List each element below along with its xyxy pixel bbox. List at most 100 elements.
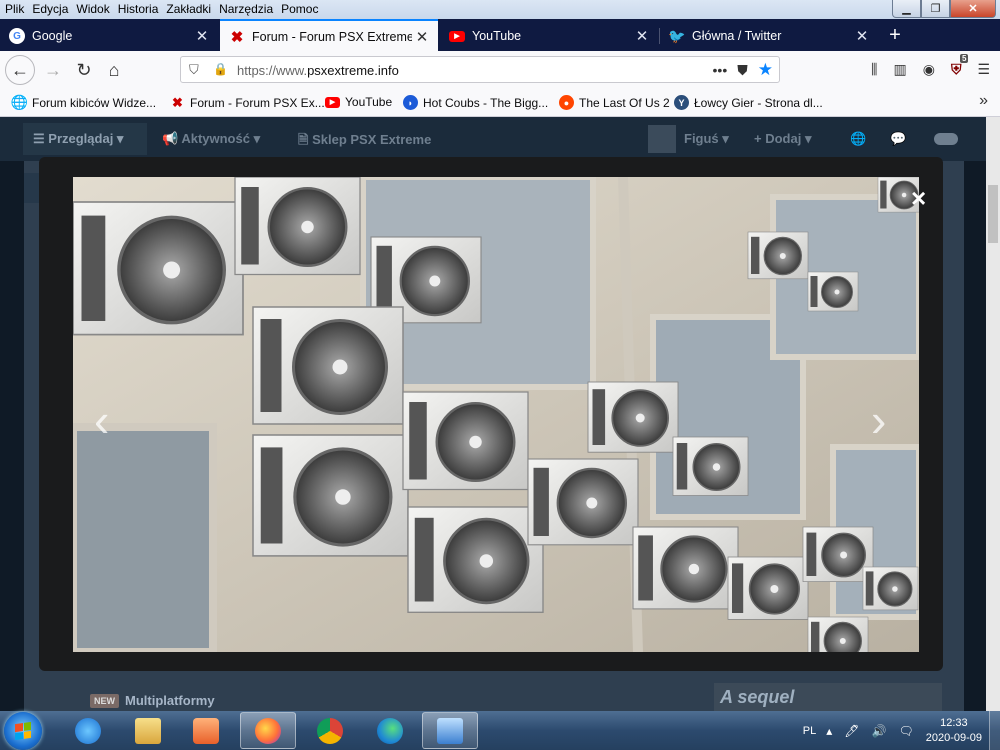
scrollbar-thumb[interactable] — [988, 185, 998, 243]
clock[interactable]: 12:33 2020-09-09 — [926, 716, 982, 746]
back-arrow-icon: ← — [11, 59, 29, 80]
url-domain: psxextreme.info — [307, 63, 399, 78]
url-text[interactable]: https://www.psxextreme.info — [237, 63, 399, 78]
bookmark-label: Hot Coubs - The Bigg... — [423, 95, 549, 110]
taskbar-firefox[interactable] — [240, 712, 296, 749]
tab-psx-extreme[interactable]: ✖ Forum - Forum PSX Extreme ✕ — [220, 19, 438, 53]
bookmark-item[interactable]: ▶ YouTube — [325, 95, 392, 109]
menu-tools[interactable]: Narzędzia — [214, 0, 276, 16]
menu-help[interactable]: Pomoc — [276, 0, 321, 16]
tab-title: YouTube — [472, 29, 522, 43]
lightbox-prev-button[interactable]: ‹ — [94, 397, 109, 443]
menu-edit[interactable]: Edycja — [27, 0, 71, 16]
home-button[interactable]: ⌂ — [101, 57, 127, 83]
tracking-shield-icon[interactable]: ⛉ — [189, 62, 199, 78]
lightbox-close-button[interactable]: × — [911, 185, 926, 211]
image-lightbox: × ‹ › — [39, 157, 943, 671]
firefox-icon — [255, 717, 281, 744]
taskbar-chrome[interactable] — [302, 712, 358, 749]
library-icon[interactable]: ⫼ — [871, 61, 877, 78]
menu-hamburger-icon[interactable]: ☰ — [977, 61, 990, 78]
sequel-banner[interactable]: A sequel — [714, 683, 942, 712]
sidebar-icon[interactable]: ▥ — [893, 61, 906, 78]
nav-browse-label: Przeglądaj — [48, 131, 114, 146]
menu-view[interactable]: Widok — [71, 0, 112, 16]
bookmark-label: Forum kibiców Widze... — [32, 95, 157, 110]
globe-icon[interactable]: 🌐 — [850, 131, 866, 147]
tab-title: Google — [32, 29, 73, 43]
edge-icon — [377, 717, 403, 744]
bookmark-item[interactable]: ◗ Hot Coubs - The Bigg... — [403, 95, 548, 110]
lock-icon[interactable]: 🔒 — [213, 62, 228, 76]
start-button[interactable] — [4, 712, 42, 750]
bookmark-label: Łowcy Gier - Strona dl... — [694, 95, 823, 110]
nav-shop[interactable]: 🗎 Sklep PSX Extreme — [298, 131, 431, 153]
show-hidden-icons-icon[interactable]: ▴ — [826, 724, 832, 738]
theme-toggle[interactable] — [934, 133, 958, 145]
bookmark-item[interactable]: Y Łowcy Gier - Strona dl... — [674, 95, 823, 110]
new-tab-button[interactable]: + — [880, 19, 910, 51]
ublock-icon[interactable]: ⛨ 5 — [951, 54, 969, 78]
back-button[interactable]: ← — [5, 55, 35, 85]
pocket-icon[interactable]: ⛊ — [737, 62, 748, 79]
forward-button[interactable]: → — [40, 57, 66, 83]
reload-icon: ↻ — [76, 59, 92, 80]
bookmark-label: Forum - Forum PSX Ex... — [190, 95, 325, 110]
nav-activity[interactable]: 📢 Aktywność ▾ — [162, 131, 260, 147]
show-desktop-button[interactable] — [989, 711, 1000, 750]
messages-icon[interactable]: 💬 — [890, 131, 906, 147]
youtube-icon: ▶ — [325, 96, 340, 108]
close-tab-icon[interactable]: ✕ — [192, 27, 212, 45]
action-center-icon[interactable]: 🗨 — [898, 724, 913, 738]
ublock-badge: 5 — [959, 54, 969, 63]
taskbar-ie[interactable] — [60, 712, 116, 749]
page-actions-icon[interactable]: ••• — [713, 62, 728, 78]
megaphone-icon: 📢 — [162, 131, 182, 146]
nav-user[interactable]: Figuś ▾ — [684, 131, 729, 147]
tab-google[interactable]: G Google ✕ — [0, 21, 218, 51]
taskbar-network[interactable] — [422, 712, 478, 749]
nav-add[interactable]: + Dodaj ▾ — [754, 131, 811, 147]
tab-twitter[interactable]: 🐦 Główna / Twitter ✕ — [660, 21, 878, 51]
tab-title: Główna / Twitter — [692, 29, 782, 43]
list-icon: ☰ — [33, 131, 49, 146]
url-bar[interactable]: ⛉ 🔒 https://www.psxextreme.info ••• ⛊ ★ — [180, 56, 780, 83]
folder-icon — [135, 717, 161, 744]
minimize-button[interactable]: ▁ — [892, 0, 921, 18]
volume-icon[interactable]: 🔊 — [872, 724, 887, 738]
twitter-icon: 🐦 — [668, 27, 686, 44]
forum-row[interactable]: NEW Multiplatformy — [90, 693, 215, 708]
media-player-icon — [193, 717, 219, 744]
lightbox-next-button[interactable]: › — [871, 397, 886, 443]
close-tab-icon[interactable]: ✕ — [412, 28, 432, 46]
menu-bookmarks[interactable]: Zakładki — [161, 0, 214, 16]
reload-button[interactable]: ↻ — [71, 57, 97, 83]
tray-app-icon[interactable]: 🖊 — [844, 724, 859, 738]
taskbar-explorer[interactable] — [120, 712, 176, 749]
nav-browse[interactable]: ☰ Przeglądaj ▾ — [23, 123, 147, 155]
forum-name[interactable]: Multiplatformy — [125, 693, 215, 708]
restore-button[interactable]: ❐ — [921, 0, 950, 18]
bookmark-item[interactable]: ✖ Forum - Forum PSX Ex... — [170, 95, 325, 110]
tab-youtube[interactable]: ▶ YouTube ✕ — [440, 21, 658, 51]
window-controls: ▁ ❐ ✕ — [892, 0, 996, 18]
avatar[interactable] — [648, 125, 676, 153]
bookmark-star-icon[interactable]: ★ — [758, 60, 773, 80]
bookmark-item[interactable]: 🌐 Forum kibiców Widze... — [11, 94, 157, 110]
page-scrollbar[interactable] — [986, 117, 1000, 712]
document-icon: 🗎 — [298, 132, 313, 147]
bookmark-item[interactable]: ● The Last Of Us 2 — [559, 95, 670, 110]
more-bookmarks-icon[interactable]: » — [979, 92, 988, 110]
taskbar-media-player[interactable] — [178, 712, 234, 749]
menu-history[interactable]: Historia — [113, 0, 162, 16]
close-tab-icon[interactable]: ✕ — [632, 27, 652, 45]
language-indicator[interactable]: PL — [803, 725, 816, 737]
psx-extreme-icon: ✖ — [172, 94, 183, 110]
chevron-down-icon: ▾ — [718, 131, 729, 146]
menu-file[interactable]: Plik — [0, 0, 27, 16]
taskbar-edge[interactable] — [362, 712, 418, 749]
account-icon[interactable]: ◉ — [923, 61, 935, 78]
close-window-button[interactable]: ✕ — [950, 0, 996, 18]
coub-icon: ◗ — [403, 95, 418, 110]
close-tab-icon[interactable]: ✕ — [852, 27, 872, 45]
